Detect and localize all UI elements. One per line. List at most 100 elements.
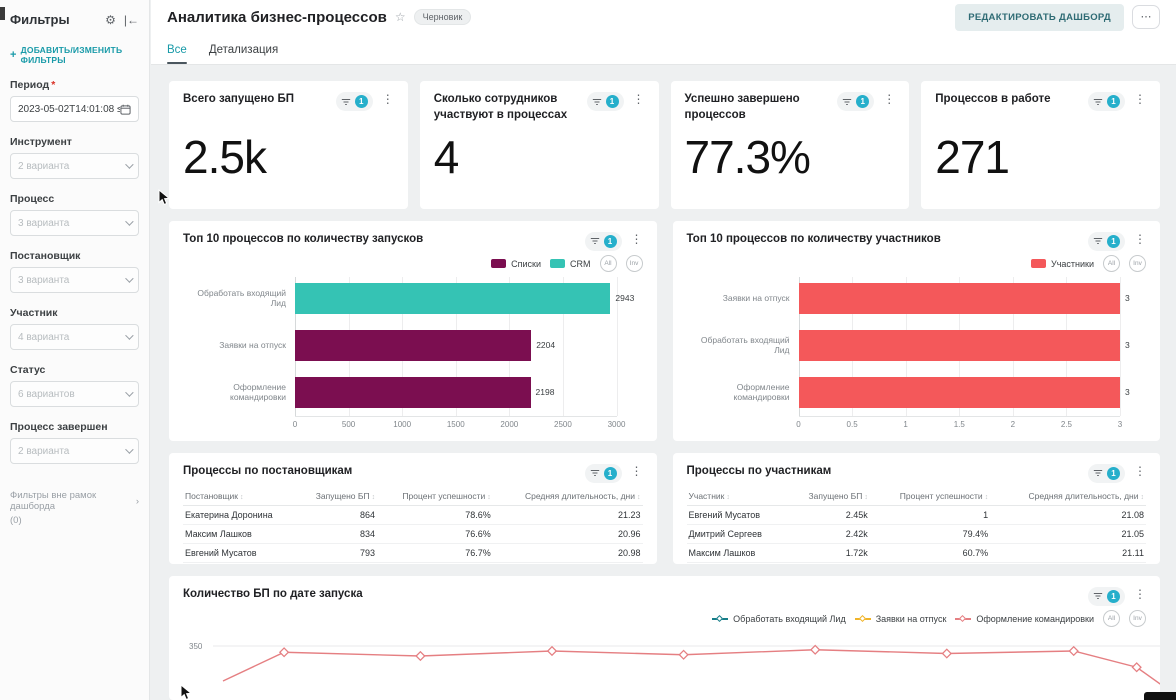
kebab-menu-icon[interactable]: ⋮ xyxy=(1134,92,1146,106)
participant-label: Участник xyxy=(10,307,58,319)
tab-all[interactable]: Все xyxy=(167,44,187,64)
filter-pill[interactable]: 1 xyxy=(1088,231,1125,251)
column-header[interactable]: Средняя длительность, дни ↕ xyxy=(990,487,1146,506)
kpi-value: 271 xyxy=(935,130,1010,183)
legend-toggle-inv[interactable]: Inv xyxy=(1129,610,1146,628)
process-finished-select[interactable]: 2 варианта xyxy=(10,438,139,464)
process-select[interactable]: 3 варианта xyxy=(10,210,139,236)
legend-item[interactable]: Списки xyxy=(491,259,541,269)
period-date-input[interactable]: 2023-05-02T14:01:08 ≤ ... xyxy=(10,96,139,122)
legend-toggle-all[interactable]: All xyxy=(1103,255,1120,273)
data-point-marker[interactable] xyxy=(941,648,952,659)
filter-field-instrument: Инструмент 2 варианта xyxy=(10,136,139,179)
column-header[interactable]: Процент успешности ↕ xyxy=(377,487,493,506)
assigner-select[interactable]: 3 варианта xyxy=(10,267,139,293)
filter-pill[interactable]: 1 xyxy=(584,463,622,483)
filter-pill[interactable]: 1 xyxy=(1088,586,1125,606)
filter-field-assigner: Постановщик 3 варианта xyxy=(10,250,139,293)
filter-pill[interactable]: 1 xyxy=(335,92,373,111)
table-cell: 834 xyxy=(297,524,378,544)
kebab-menu-icon[interactable]: ⋮ xyxy=(631,232,643,246)
kpi-value: 2.5k xyxy=(183,130,267,183)
column-header[interactable]: Процент успешности ↕ xyxy=(869,487,991,506)
topbar: Аналитика бизнес-процессов ☆ Черновик РЕ… xyxy=(151,0,1176,34)
table-cell: 1 xyxy=(869,505,991,525)
data-point-marker[interactable] xyxy=(678,649,689,660)
legend-item[interactable]: Заявки на отпуск xyxy=(854,613,947,624)
legend-toggle-inv[interactable]: Inv xyxy=(625,255,643,273)
kebab-menu-icon[interactable]: ⋮ xyxy=(1134,587,1146,601)
column-header[interactable]: Участник ↕ xyxy=(686,487,788,506)
favorite-star-icon[interactable]: ☆ xyxy=(395,10,406,24)
legend-item[interactable]: CRM xyxy=(550,259,591,269)
table-row: Максим Лашков 834 76.6% 20.96 xyxy=(183,524,643,544)
filter-pill[interactable]: 1 xyxy=(837,92,875,111)
bar[interactable] xyxy=(798,282,1120,314)
filters-outside-dashboard-link[interactable]: Фильтры вне рамок дашборда › xyxy=(10,490,139,512)
filter-pill[interactable]: 1 xyxy=(586,92,624,111)
legend-label: Списки xyxy=(511,258,541,269)
gear-icon[interactable]: ⚙ xyxy=(105,13,116,27)
collapse-sidebar-icon[interactable]: |← xyxy=(124,13,139,27)
filter-funnel-icon xyxy=(592,98,601,105)
data-table: Участник ↕ Запущено БП ↕ Процент успешности ↕… xyxy=(686,487,1146,564)
kebab-menu-icon[interactable]: ⋮ xyxy=(1134,232,1146,246)
bar[interactable] xyxy=(295,282,611,314)
table-cell: 864 xyxy=(297,505,378,525)
chart-card-launch-count: Топ 10 процессов по количеству запусков … xyxy=(169,220,657,441)
filter-funnel-icon xyxy=(1093,593,1103,600)
data-point-marker[interactable] xyxy=(1068,645,1079,657)
status-select[interactable]: 6 вариантов xyxy=(10,381,139,407)
column-header[interactable]: Средняя длительность, дни ↕ xyxy=(492,487,643,506)
kebab-menu-icon[interactable]: ⋮ xyxy=(1134,464,1146,478)
tables-row: Процессы по постановщикам 1 ⋮ Постановщи… xyxy=(169,452,1160,564)
filter-funnel-icon xyxy=(843,98,852,105)
filter-pill[interactable]: 1 xyxy=(1088,92,1125,111)
bar-value-label: 2943 xyxy=(615,293,635,304)
more-options-button[interactable]: ⋯ xyxy=(1132,5,1160,29)
filter-pill[interactable]: 1 xyxy=(1088,463,1125,483)
legend-toggle-all[interactable]: All xyxy=(1103,610,1120,628)
kebab-menu-icon[interactable]: ⋮ xyxy=(883,92,895,106)
kebab-menu-icon[interactable]: ⋮ xyxy=(633,92,645,106)
x-axis-tick-label: 0.5 xyxy=(846,419,858,429)
bar-track: 3 xyxy=(798,329,1130,361)
bar[interactable] xyxy=(798,376,1120,408)
required-mark: * xyxy=(51,79,56,91)
legend-color-chip xyxy=(491,259,507,269)
kebab-menu-icon[interactable]: ⋮ xyxy=(631,464,643,478)
data-point-marker[interactable] xyxy=(278,647,290,658)
column-header[interactable]: Запущено БП ↕ xyxy=(787,487,870,506)
kebab-menu-icon[interactable]: ⋮ xyxy=(382,92,394,106)
table-cell: 20.96 xyxy=(492,524,643,544)
chart-legend: Участники All Inv xyxy=(687,255,1146,273)
legend-item[interactable]: Участники xyxy=(1031,259,1094,269)
instrument-select[interactable]: 2 варианта xyxy=(10,153,139,179)
mouse-cursor xyxy=(180,684,193,700)
filter-pill[interactable]: 1 xyxy=(584,231,622,251)
legend-label: Заявки на отпуск xyxy=(875,613,947,624)
tab-detail[interactable]: Детализация xyxy=(209,44,278,64)
legend-toggle-inv[interactable]: Inv xyxy=(1129,255,1146,273)
add-edit-filters-link[interactable]: + ДОБАВИТЬ/ИЗМЕНИТЬ ФИЛЬТРЫ xyxy=(10,45,139,65)
bar-track: 2943 xyxy=(295,282,634,314)
bar[interactable] xyxy=(798,329,1120,361)
column-header[interactable]: Постановщик ↕ xyxy=(183,487,298,506)
data-point-marker[interactable] xyxy=(546,645,558,657)
column-header[interactable]: Запущено БП ↕ xyxy=(297,487,378,506)
bar[interactable] xyxy=(295,329,532,361)
legend-item[interactable]: Обработать входящий Лид xyxy=(712,614,846,624)
x-axis-tick-label: 0 xyxy=(292,419,298,429)
legend-item[interactable]: Оформление командировки xyxy=(955,614,1094,624)
table-cell: 21.08 xyxy=(990,505,1146,525)
filter-field-process-finished: Процесс завершен 2 варианта xyxy=(10,421,139,464)
table-cell: 2.45k xyxy=(787,505,870,525)
data-point-marker[interactable] xyxy=(810,644,821,655)
filter-count-badge: 1 xyxy=(605,95,619,108)
data-point-marker[interactable] xyxy=(415,650,426,662)
table-cell: Максим Лашков xyxy=(183,524,298,544)
participant-select[interactable]: 4 варианта xyxy=(10,324,139,350)
edit-dashboard-button[interactable]: РЕДАКТИРОВАТЬ ДАШБОРД xyxy=(955,3,1124,31)
bar[interactable] xyxy=(295,376,531,408)
legend-toggle-all[interactable]: All xyxy=(599,255,617,273)
